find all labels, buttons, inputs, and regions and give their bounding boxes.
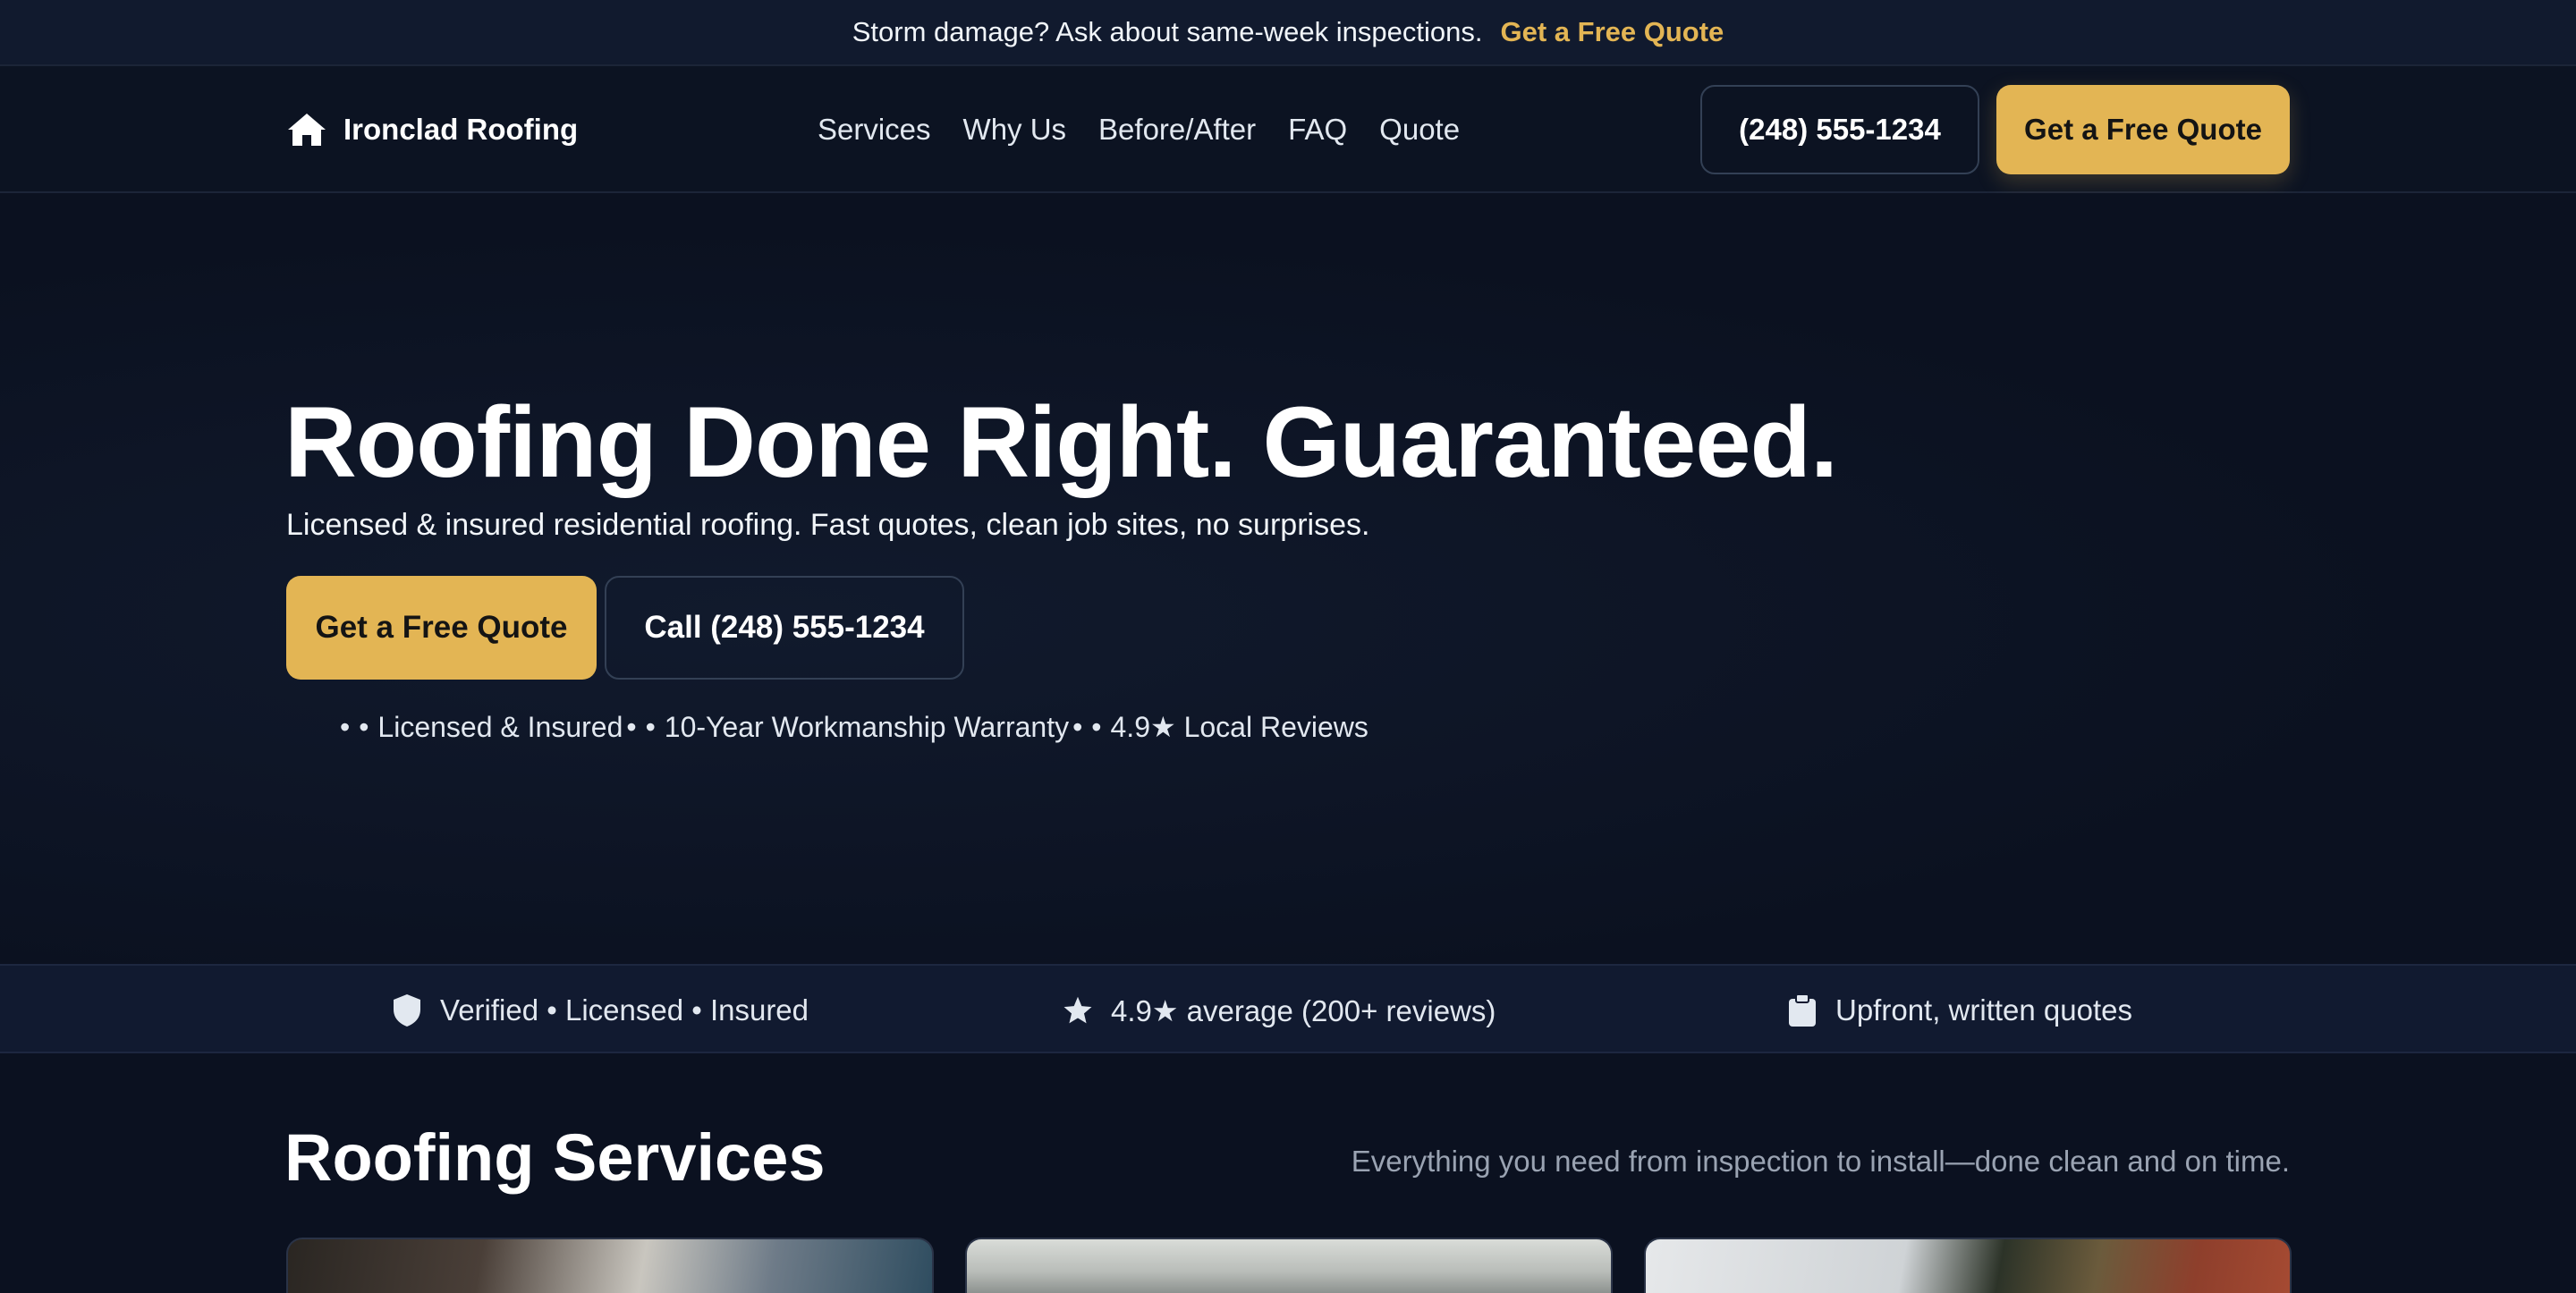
brand-name: Ironclad Roofing xyxy=(343,113,579,146)
trust-item-verified: Verified • Licensed • Insured xyxy=(392,966,809,1055)
bullet: • xyxy=(1072,710,1083,743)
nav-quote[interactable]: Quote xyxy=(1379,113,1460,147)
brand-logo[interactable]: Ironclad Roofing xyxy=(286,66,578,193)
header-quote-button[interactable]: Get a Free Quote xyxy=(1996,85,2290,174)
star-icon xyxy=(1063,996,1092,1024)
service-card-image[interactable] xyxy=(965,1238,1613,1293)
nav-before-after[interactable]: Before/After xyxy=(1098,113,1256,147)
hero-call-button[interactable]: Call (248) 555-1234 xyxy=(605,576,964,680)
shield-icon xyxy=(394,994,420,1027)
bullet: • xyxy=(359,710,369,743)
hero-subtitle: Licensed & insured residential roofing. … xyxy=(286,508,1370,542)
hero-badges: • • Licensed & Insured • • 10-Year Workm… xyxy=(331,710,1368,744)
nav-faq[interactable]: FAQ xyxy=(1288,113,1347,147)
trust-text-quotes: Upfront, written quotes xyxy=(1835,993,2132,1027)
badge-reviews: 4.9★ Local Reviews xyxy=(1110,711,1368,743)
trust-text-verified: Verified • Licensed • Insured xyxy=(440,993,809,1027)
announcement-text: Storm damage? Ask about same-week inspec… xyxy=(852,16,1483,47)
services-subtitle: Everything you need from inspection to i… xyxy=(1351,1145,2290,1178)
hero-title: Roofing Done Right. Guaranteed. xyxy=(284,386,1838,498)
badge-licensed: Licensed & Insured xyxy=(377,710,623,743)
header-phone-button[interactable]: (248) 555-1234 xyxy=(1700,85,1979,174)
services-title: Roofing Services xyxy=(284,1120,826,1195)
bullet: • xyxy=(626,710,637,743)
trust-text-reviews: 4.9★ average (200+ reviews) xyxy=(1111,993,1496,1027)
service-card-image[interactable] xyxy=(286,1238,934,1293)
house-icon xyxy=(288,114,326,146)
service-card-image[interactable] xyxy=(1644,1238,2292,1293)
badge-warranty: 10-Year Workmanship Warranty xyxy=(664,710,1070,743)
bullet: • xyxy=(1091,710,1102,743)
nav-why-us[interactable]: Why Us xyxy=(963,113,1067,147)
trust-item-reviews: 4.9★ average (200+ reviews) xyxy=(1063,966,1496,1055)
hero-quote-button[interactable]: Get a Free Quote xyxy=(286,576,597,680)
bullet: • xyxy=(340,710,351,743)
site-header: Ironclad Roofing Services Why Us Before/… xyxy=(0,66,2576,193)
announcement-quote-link[interactable]: Get a Free Quote xyxy=(1500,16,1724,48)
trust-strip: Verified • Licensed • Insured 4.9★ avera… xyxy=(0,964,2576,1053)
trust-item-quotes: Upfront, written quotes xyxy=(1787,966,2132,1055)
clipboard-icon xyxy=(1789,993,1816,1027)
hero-section: Roofing Done Right. Guaranteed. Licensed… xyxy=(0,193,2576,964)
bullet: • xyxy=(645,710,656,743)
main-nav: Services Why Us Before/After FAQ Quote xyxy=(818,66,1460,193)
announcement-bar: Storm damage? Ask about same-week inspec… xyxy=(0,0,2576,66)
nav-services[interactable]: Services xyxy=(818,113,931,147)
